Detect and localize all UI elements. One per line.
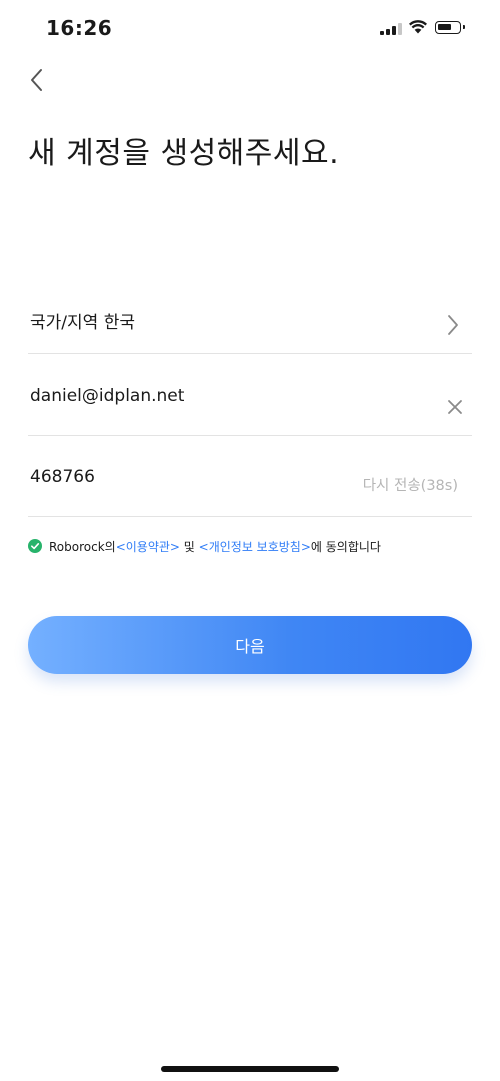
clear-icon[interactable] <box>447 399 463 415</box>
wifi-icon <box>409 20 427 34</box>
battery-icon <box>435 21 465 34</box>
check-circle-icon <box>31 543 40 550</box>
agreement-suffix: 에 동의합니다 <box>310 539 381 554</box>
resend-code-button[interactable]: 다시 전송(38s) <box>363 474 458 495</box>
region-label: 국가/지역 한국 <box>30 313 135 333</box>
code-field-row: 다시 전송(38s) <box>28 457 472 517</box>
privacy-link[interactable]: <개인정보 보호방침> <box>199 538 311 555</box>
signal-icon <box>380 23 402 35</box>
terms-link[interactable]: <이용약관> <box>116 538 180 555</box>
email-field[interactable] <box>30 386 390 406</box>
chevron-right-icon <box>448 315 458 335</box>
page-title: 새 계정을 생성해주세요. <box>28 136 340 171</box>
agreement-row: Roborock의 <이용약관> 및 <개인정보 보호방침> 에 동의합니다 <box>28 537 381 555</box>
home-indicator <box>161 1066 339 1072</box>
next-button[interactable]: 다음 <box>28 616 472 674</box>
status-time: 16:26 <box>46 16 113 40</box>
verification-code-field[interactable] <box>30 467 330 487</box>
agree-checkbox[interactable] <box>28 539 42 553</box>
status-bar: 16:26 <box>0 0 500 56</box>
agreement-middle: 및 <box>179 539 199 554</box>
email-field-row <box>28 376 472 436</box>
agreement-prefix: Roborock의 <box>49 539 116 554</box>
region-selector[interactable]: 국가/지역 한국 <box>28 294 472 354</box>
back-chevron-icon <box>31 69 42 91</box>
back-button[interactable] <box>24 64 52 96</box>
